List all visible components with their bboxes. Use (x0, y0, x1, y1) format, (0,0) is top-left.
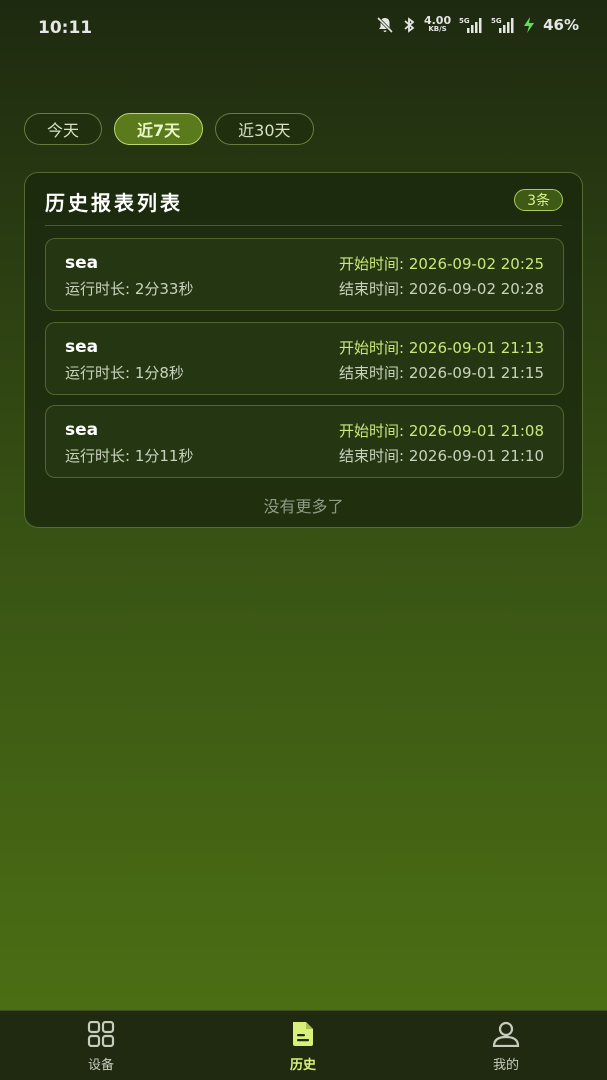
nav-profile[interactable]: 我的 (456, 1021, 556, 1073)
nav-history[interactable]: 历史 (253, 1021, 353, 1073)
no-more-text: 没有更多了 (263, 497, 344, 516)
network-speed-value: 4.00 (423, 14, 452, 27)
report-start-time: 开始时间: 2026-09-02 20:25 (339, 255, 544, 273)
tab-last-7-days-label: 近7天 (137, 121, 181, 140)
bottom-nav: 设备 历史 我的 (0, 1010, 607, 1080)
battery-level: 46% (543, 16, 579, 34)
report-duration: 运行时长: 2分33秒 (65, 280, 194, 298)
report-end-time: 结束时间: 2026-09-01 21:15 (339, 364, 544, 382)
nav-profile-label: 我的 (492, 1058, 519, 1073)
report-name: sea (65, 337, 99, 357)
tab-last-30-days[interactable]: 近30天 (215, 113, 314, 145)
report-start-time: 开始时间: 2026-09-01 21:13 (339, 339, 544, 357)
date-range-tabs: 今天 近7天 近30天 (24, 113, 314, 145)
history-report-card: 历史报表列表 3条 sea 运行时长: 2分33秒 开始时间: 2026-09-… (24, 172, 583, 528)
network-speed: 4.00 KB/S (423, 14, 452, 33)
nav-devices-label: 设备 (87, 1058, 114, 1073)
status-bar: 10:11 4.00 KB/S 5G 5G 46% (0, 0, 607, 56)
nav-devices[interactable]: 设备 (51, 1020, 151, 1073)
status-icons: 4.00 KB/S 5G 5G 46% (376, 14, 579, 34)
tab-today-label: 今天 (47, 121, 80, 140)
charging-icon (523, 16, 535, 34)
signal-5g-icon-2: 5G (491, 16, 515, 34)
report-name: sea (65, 253, 99, 273)
svg-text:5G: 5G (459, 17, 470, 25)
nav-history-label: 历史 (289, 1058, 316, 1073)
report-start-time: 开始时间: 2026-09-01 21:08 (339, 422, 544, 440)
status-time: 10:11 (38, 18, 93, 38)
report-end-time: 结束时间: 2026-09-02 20:28 (339, 280, 544, 298)
tab-last-7-days[interactable]: 近7天 (114, 113, 204, 145)
card-title: 历史报表列表 (45, 191, 183, 215)
tab-today[interactable]: 今天 (24, 113, 103, 145)
report-end-time: 结束时间: 2026-09-01 21:10 (339, 447, 544, 465)
document-icon (288, 1021, 318, 1051)
report-row[interactable]: sea 运行时长: 1分8秒 开始时间: 2026-09-01 21:13 结束… (45, 322, 564, 395)
divider (45, 225, 562, 226)
report-duration: 运行时长: 1分8秒 (65, 364, 184, 382)
report-duration: 运行时长: 1分11秒 (65, 447, 194, 465)
report-name: sea (65, 420, 99, 440)
tab-last-30-days-label: 近30天 (238, 121, 291, 140)
bluetooth-icon (402, 16, 416, 34)
signal-5g-icon: 5G (459, 16, 483, 34)
report-row[interactable]: sea 运行时长: 1分11秒 开始时间: 2026-09-01 21:08 结… (45, 405, 564, 478)
person-icon (491, 1021, 521, 1051)
count-badge: 3条 (514, 189, 563, 211)
report-row[interactable]: sea 运行时长: 2分33秒 开始时间: 2026-09-02 20:25 结… (45, 238, 564, 311)
svg-text:5G: 5G (491, 17, 502, 25)
grid-icon (86, 1020, 116, 1051)
network-speed-unit: KB/S (428, 25, 447, 33)
mute-notification-icon (376, 16, 394, 34)
